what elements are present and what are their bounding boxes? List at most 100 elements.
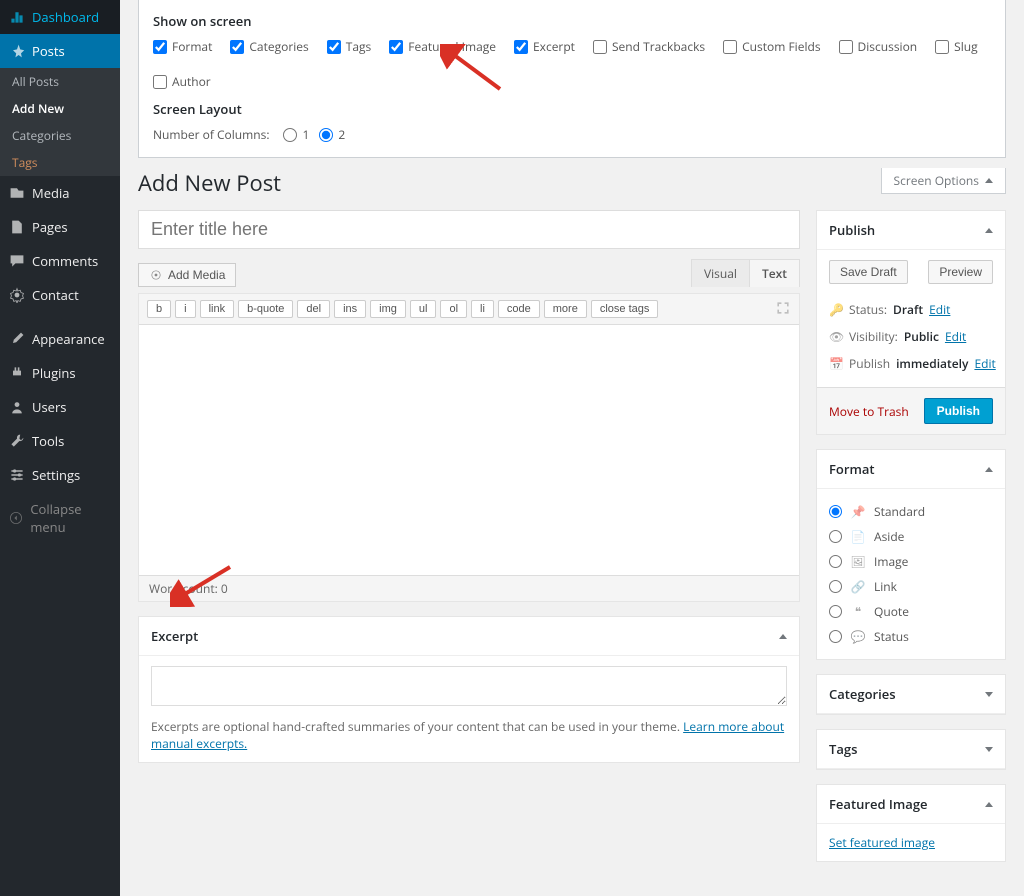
quicktag-b-quote[interactable]: b-quote (238, 300, 293, 318)
chevron-down-icon[interactable] (985, 747, 993, 752)
chevron-down-icon[interactable] (985, 692, 993, 697)
format-option-status[interactable]: 💬Status (829, 624, 993, 649)
format-option-quote[interactable]: ❝Quote (829, 599, 993, 624)
preview-button[interactable]: Preview (928, 260, 993, 284)
key-icon: 🔑 (829, 301, 843, 318)
format-option-image[interactable]: 🖼Image (829, 549, 993, 574)
tags-title: Tags (829, 740, 857, 758)
quicktag-img[interactable]: img (370, 300, 406, 318)
sub-item-add-new[interactable]: Add New (0, 95, 120, 122)
sidebar-posts-submenu: All Posts Add New Categories Tags (0, 68, 120, 176)
edit-status-link[interactable]: Edit (929, 301, 950, 318)
format-box: Format 📌Standard📄Aside🖼Image🔗Link❝Quote💬… (816, 449, 1006, 660)
excerpt-help: Excerpts are optional hand-crafted summa… (151, 718, 787, 752)
sub-item-tags[interactable]: Tags (0, 149, 120, 176)
excerpt-metabox: Excerpt Excerpts are optional hand-craft… (138, 616, 800, 763)
sidebar-label: Tools (32, 432, 64, 450)
featured-image-box: Featured Image Set featured image (816, 784, 1006, 862)
publish-box: Publish Save Draft Preview 🔑 Status: Dra… (816, 210, 1006, 435)
sidebar-label: Settings (32, 466, 80, 484)
screen-option-check-custom-fields[interactable]: Custom Fields (723, 38, 820, 55)
format-option-standard[interactable]: 📌Standard (829, 499, 993, 524)
show-on-screen-heading: Show on screen (153, 12, 991, 30)
screen-option-check-format[interactable]: Format (153, 38, 212, 55)
chevron-up-icon[interactable] (985, 802, 993, 807)
add-media-button[interactable]: Add Media (138, 263, 236, 287)
chevron-up-icon[interactable] (985, 467, 993, 472)
sub-item-all-posts[interactable]: All Posts (0, 68, 120, 95)
sidebar-collapse[interactable]: Collapse menu (0, 492, 120, 544)
sidebar-item-media[interactable]: Media (0, 176, 120, 210)
post-title-input[interactable] (138, 210, 800, 249)
quicktag-link[interactable]: link (200, 300, 235, 318)
sidebar-item-settings[interactable]: Settings (0, 458, 120, 492)
move-to-trash-link[interactable]: Move to Trash (829, 403, 909, 420)
sub-item-categories[interactable]: Categories (0, 122, 120, 149)
excerpt-title: Excerpt (151, 627, 198, 645)
screen-option-check-tags[interactable]: Tags (327, 38, 372, 55)
format-title: Format (829, 460, 875, 478)
sidebar-item-comments[interactable]: Comments (0, 244, 120, 278)
word-count: Word count: 0 (139, 575, 799, 601)
fullscreen-icon[interactable] (775, 300, 791, 316)
columns-radio-1[interactable]: 1 (283, 126, 309, 143)
sidebar-item-users[interactable]: Users (0, 390, 120, 424)
quicktag-close-tags[interactable]: close tags (591, 300, 659, 318)
screen-option-check-categories[interactable]: Categories (230, 38, 308, 55)
screen-option-check-send-trackbacks[interactable]: Send Trackbacks (593, 38, 705, 55)
page-title: Add New Post (138, 168, 281, 198)
edit-schedule-link[interactable]: Edit (974, 355, 995, 372)
screen-option-check-slug[interactable]: Slug (935, 38, 977, 55)
columns-radio-2[interactable]: 2 (319, 126, 345, 143)
quicktag-li[interactable]: li (471, 300, 494, 318)
save-draft-button[interactable]: Save Draft (829, 260, 908, 284)
quicktag-code[interactable]: code (498, 300, 540, 318)
chevron-up-icon[interactable] (985, 228, 993, 233)
collapse-icon (8, 509, 24, 527)
screen-option-check-excerpt[interactable]: Excerpt (514, 38, 575, 55)
publish-title: Publish (829, 221, 875, 239)
pin-icon (8, 42, 26, 60)
main-content: Show on screen Format Categories Tags Fe… (120, 0, 1024, 896)
format-option-link[interactable]: 🔗Link (829, 574, 993, 599)
screen-option-check-featured-image[interactable]: Featured Image (389, 38, 496, 55)
quicktag-ol[interactable]: ol (440, 300, 467, 318)
sidebar-label: Appearance (32, 330, 105, 348)
quicktag-ul[interactable]: ul (410, 300, 437, 318)
media-icon (149, 268, 163, 282)
chevron-up-icon (985, 178, 993, 183)
sidebar-item-contact[interactable]: Contact (0, 278, 120, 312)
quicktag-del[interactable]: del (297, 300, 330, 318)
user-icon (8, 398, 26, 416)
brush-icon (8, 330, 26, 348)
quicktag-i[interactable]: i (175, 300, 195, 318)
plug-icon (8, 364, 26, 382)
excerpt-textarea[interactable] (151, 666, 787, 706)
columns-label: Number of Columns: (153, 126, 269, 143)
sidebar-item-plugins[interactable]: Plugins (0, 356, 120, 390)
sidebar-item-tools[interactable]: Tools (0, 424, 120, 458)
editor-tab-visual[interactable]: Visual (691, 259, 750, 287)
quicktag-ins[interactable]: ins (334, 300, 366, 318)
sidebar-label: Pages (32, 218, 68, 236)
dashboard-icon (8, 8, 26, 26)
sidebar-item-appearance[interactable]: Appearance (0, 322, 120, 356)
chevron-up-icon[interactable] (779, 634, 787, 639)
post-content-textarea[interactable] (139, 325, 799, 575)
set-featured-image-link[interactable]: Set featured image (829, 834, 935, 851)
tags-box: Tags (816, 729, 1006, 770)
screen-option-check-discussion[interactable]: Discussion (839, 38, 918, 55)
screen-option-check-author[interactable]: Author (153, 73, 211, 90)
sidebar-label: Collapse menu (30, 500, 112, 536)
screen-options-tab[interactable]: Screen Options (881, 168, 1006, 194)
editor-tab-text[interactable]: Text (749, 259, 800, 287)
sidebar-item-dashboard[interactable]: Dashboard (0, 0, 120, 34)
edit-visibility-link[interactable]: Edit (945, 328, 966, 345)
editor-box: bilinkb-quotedelinsimgulollicodemoreclos… (138, 293, 800, 602)
sidebar-item-pages[interactable]: Pages (0, 210, 120, 244)
quicktag-b[interactable]: b (147, 300, 171, 318)
publish-button[interactable]: Publish (924, 398, 993, 424)
quicktag-more[interactable]: more (544, 300, 587, 318)
format-option-aside[interactable]: 📄Aside (829, 524, 993, 549)
sidebar-item-posts[interactable]: Posts (0, 34, 120, 68)
